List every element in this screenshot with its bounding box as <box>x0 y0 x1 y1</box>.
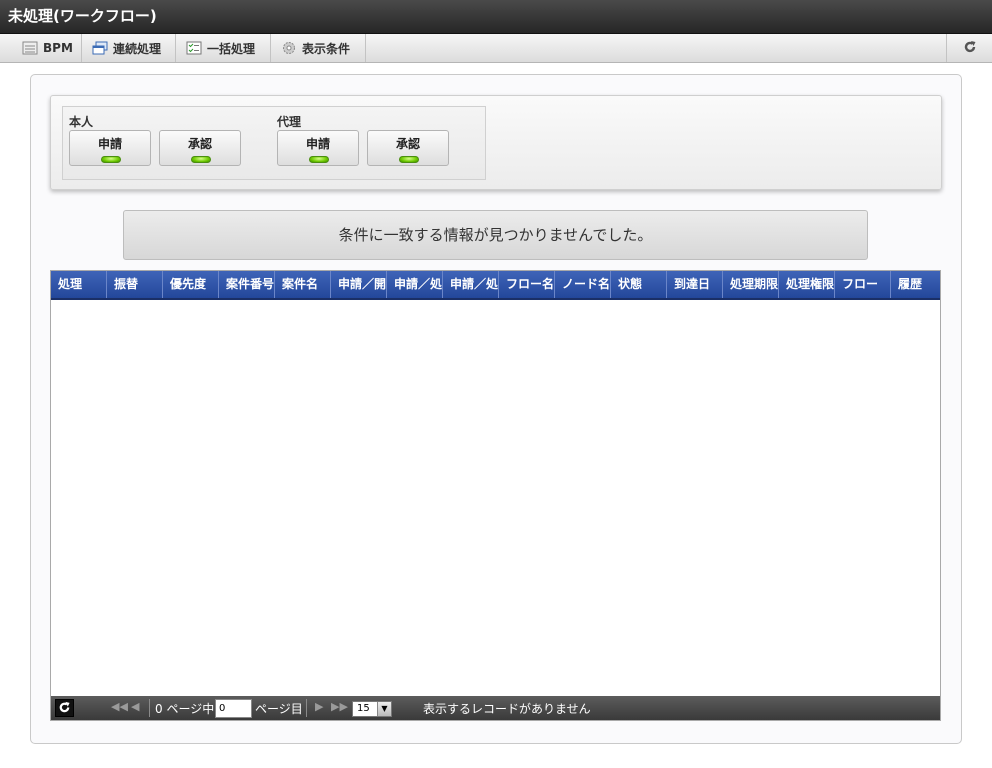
chevron-down-icon: ▼ <box>377 702 391 716</box>
page-number-input[interactable] <box>215 699 252 718</box>
self-approve-button[interactable]: 承認 <box>159 130 241 166</box>
refresh-icon <box>963 39 977 58</box>
pager-separator <box>306 699 307 717</box>
window-title: 未処理(ワークフロー) <box>0 0 992 34</box>
column-header[interactable]: 案件名 <box>275 271 331 298</box>
bpm-button-label: BPM <box>43 41 73 55</box>
filter-panel: 本人 申請 承認 代理 申請 承認 <box>50 95 942 190</box>
proxy-approve-label: 承認 <box>395 137 420 151</box>
status-led-icon <box>399 156 419 163</box>
batch-process-button[interactable]: 一括処理 <box>176 34 271 62</box>
grid-header: 処理 振替 優先度 案件番号 案件名 申請／開始 申請／処 申請／処 フロー名 … <box>51 271 940 300</box>
column-header[interactable]: 案件番号 <box>219 271 275 298</box>
column-header[interactable]: フロー名 <box>499 271 555 298</box>
column-header[interactable]: 申請／処 <box>387 271 443 298</box>
proxy-approve-button[interactable]: 承認 <box>367 130 449 166</box>
batch-process-label: 一括処理 <box>207 41 256 56</box>
pager-refresh-button[interactable] <box>55 699 74 717</box>
display-conditions-button[interactable]: 表示条件 <box>271 34 366 62</box>
column-header[interactable]: 処理 <box>51 271 107 298</box>
refresh-icon <box>58 699 71 718</box>
column-header[interactable]: フロー <box>835 271 891 298</box>
last-page-icon[interactable]: ▶▶ <box>331 700 348 713</box>
toolbar: BPM 連続処理 一括処理 表示条件 <box>0 34 992 63</box>
pager-separator <box>149 699 150 717</box>
calendar-list-icon <box>22 41 38 55</box>
column-header[interactable]: 履歴 <box>891 271 940 298</box>
gear-icon <box>281 41 297 55</box>
self-approve-label: 承認 <box>187 137 212 151</box>
display-conditions-label: 表示条件 <box>302 41 351 56</box>
windows-icon <box>92 41 108 55</box>
toolbar-refresh-button[interactable] <box>946 34 992 62</box>
self-group-label: 本人 <box>69 115 94 129</box>
proxy-apply-button[interactable]: 申請 <box>277 130 359 166</box>
column-header[interactable]: 優先度 <box>163 271 219 298</box>
self-apply-label: 申請 <box>97 137 122 151</box>
continuous-process-label: 連続処理 <box>113 41 162 56</box>
checklist-icon <box>186 41 202 55</box>
column-header[interactable]: 振替 <box>107 271 163 298</box>
filter-box: 本人 申請 承認 代理 申請 承認 <box>62 106 486 180</box>
page-size-value: 15 <box>357 703 370 714</box>
status-led-icon <box>101 156 121 163</box>
column-header[interactable]: 到達日 <box>667 271 723 298</box>
column-header[interactable]: 状態 <box>611 271 667 298</box>
bpm-button[interactable]: BPM <box>12 34 82 62</box>
pager-status: 表示するレコードがありません <box>423 702 591 716</box>
page-count-text: 0 ページ中 <box>155 702 215 716</box>
status-led-icon <box>309 156 329 163</box>
column-header[interactable]: 処理権限 <box>779 271 835 298</box>
prev-page-icon[interactable]: ◀ <box>131 700 139 713</box>
result-grid: 処理 振替 優先度 案件番号 案件名 申請／開始 申請／処 申請／処 フロー名 … <box>50 270 941 721</box>
page-size-select[interactable]: 15 ▼ <box>352 701 392 717</box>
next-page-icon[interactable]: ▶ <box>315 700 323 713</box>
column-header[interactable]: 申請／処 <box>443 271 499 298</box>
page-suffix-text: ページ目 <box>255 702 303 716</box>
column-header[interactable]: 申請／開始 <box>331 271 387 298</box>
proxy-group-label: 代理 <box>277 115 302 129</box>
no-results-message: 条件に一致する情報が見つかりませんでした。 <box>123 210 868 260</box>
continuous-process-button[interactable]: 連続処理 <box>82 34 176 62</box>
pager: ◀◀ ◀ 0 ページ中 ページ目 ▶ ▶▶ 15 ▼ 表示するレコードがありませ… <box>51 696 940 720</box>
column-header[interactable]: 処理期限 <box>723 271 779 298</box>
self-apply-button[interactable]: 申請 <box>69 130 151 166</box>
first-page-icon[interactable]: ◀◀ <box>111 700 128 713</box>
proxy-apply-label: 申請 <box>305 137 330 151</box>
status-led-icon <box>191 156 211 163</box>
column-header[interactable]: ノード名 <box>555 271 611 298</box>
